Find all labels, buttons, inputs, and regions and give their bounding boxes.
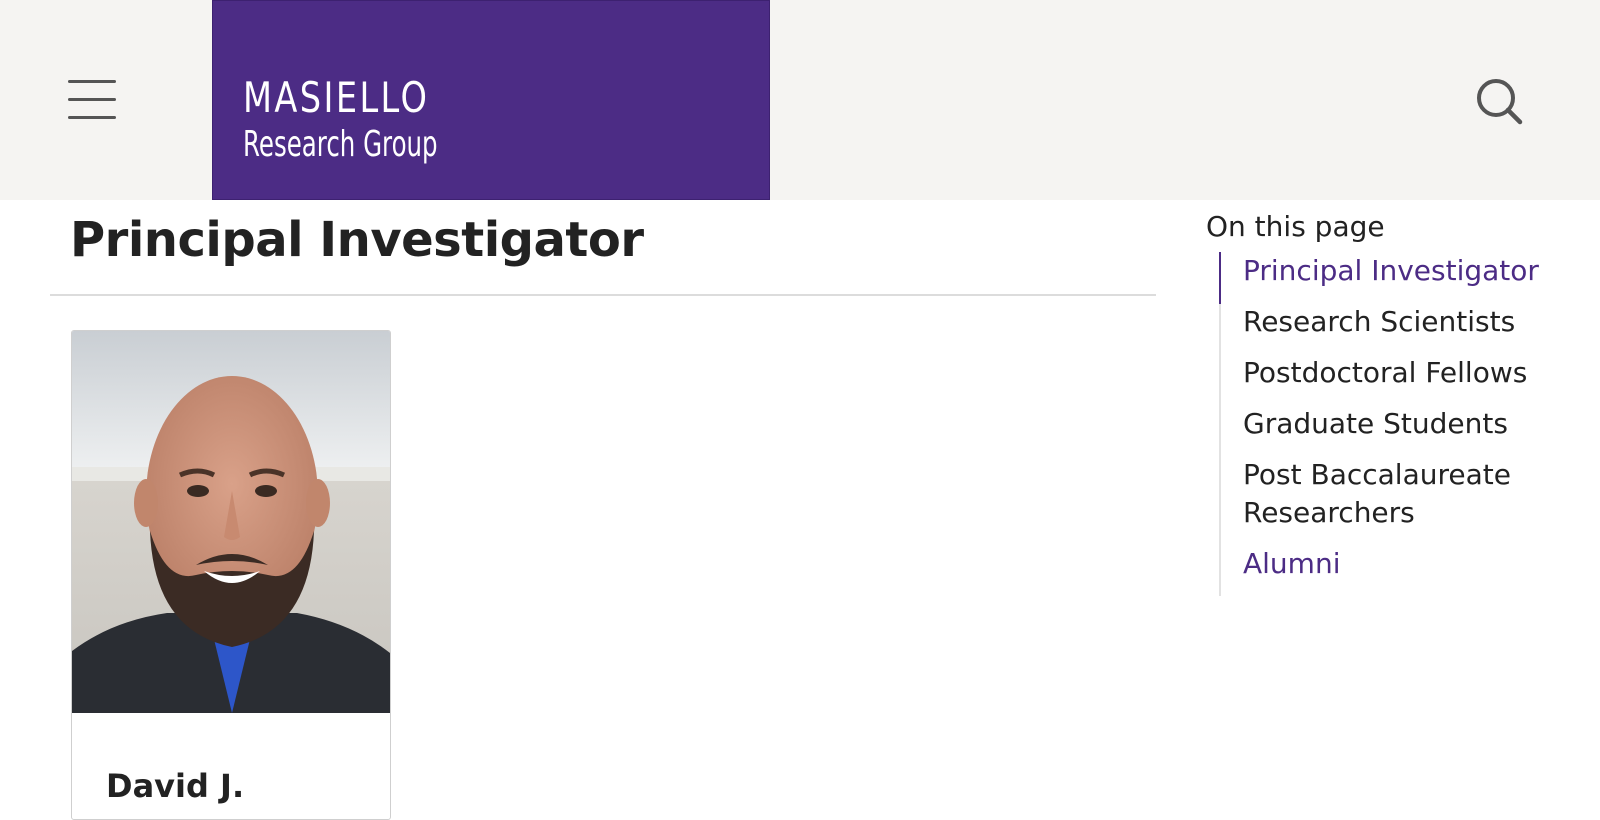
logo-title: MASIELLO [243, 73, 430, 122]
logo-subtitle: Research Group [243, 124, 438, 165]
toc-item-post-baccalaureate-researchers[interactable]: Post Baccalaureate Researchers [1221, 456, 1579, 532]
toc-item-alumni[interactable]: Alumni [1221, 545, 1579, 583]
section-title: Principal Investigator [70, 212, 644, 268]
toc-item-principal-investigator[interactable]: Principal Investigator [1219, 252, 1579, 304]
search-icon [1477, 79, 1523, 125]
toc-list: Principal Investigator Research Scientis… [1219, 252, 1579, 596]
menu-line-top [68, 80, 116, 83]
menu-line-bottom [68, 116, 116, 119]
title-divider [50, 294, 1156, 296]
hamburger-menu-button[interactable] [66, 78, 118, 120]
search-button[interactable] [1474, 76, 1526, 128]
toc-heading: On this page [1206, 210, 1385, 243]
site-logo[interactable]: MASIELLO Research Group [212, 0, 770, 200]
toc-item-graduate-students[interactable]: Graduate Students [1221, 405, 1579, 443]
site-header: MASIELLO Research Group [0, 0, 1600, 200]
profile-card[interactable]: David J. [71, 330, 391, 820]
profile-photo [72, 331, 390, 713]
menu-line-middle [68, 98, 116, 101]
toc-item-postdoctoral-fellows[interactable]: Postdoctoral Fellows [1221, 354, 1579, 392]
profile-name[interactable]: David J. [106, 767, 244, 805]
toc-item-research-scientists[interactable]: Research Scientists [1221, 303, 1579, 341]
